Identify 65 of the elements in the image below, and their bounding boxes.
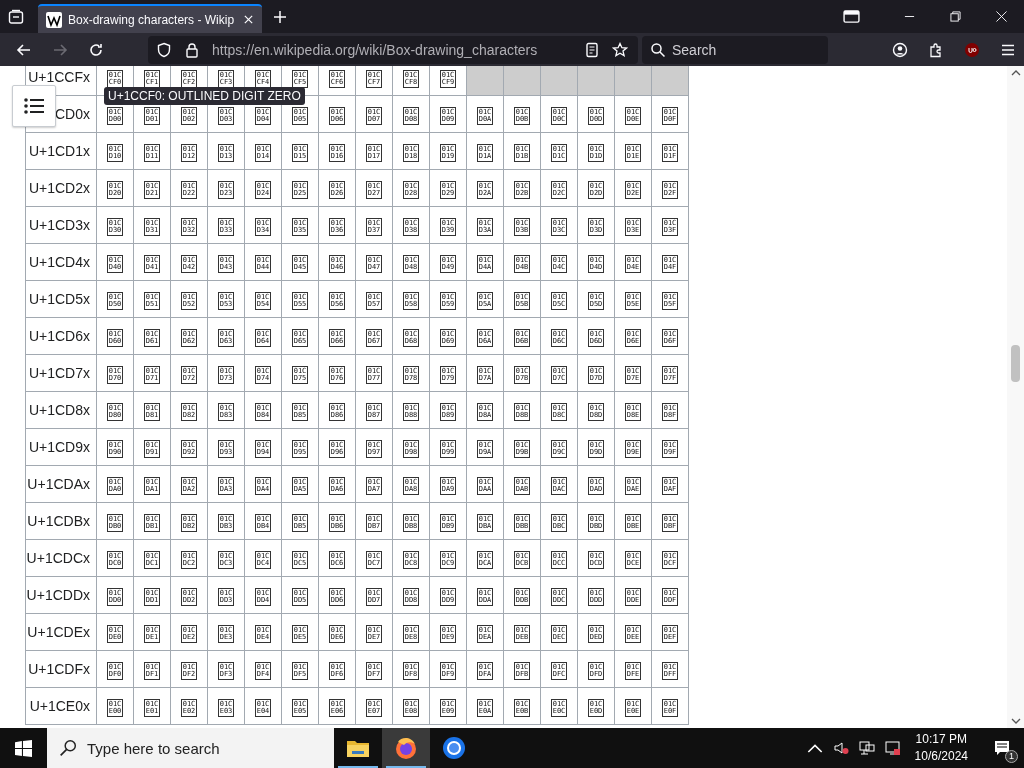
fox-globe-icon (394, 736, 418, 760)
address-bar[interactable]: https://en.wikipedia.org/wiki/Box-drawing_characters (148, 35, 638, 64)
reader-view-icon[interactable] (584, 41, 600, 58)
wikipedia-w-icon (46, 11, 62, 28)
account-icon[interactable] (892, 41, 908, 58)
row-label: U+1CD7x (25, 354, 97, 392)
close-icon[interactable] (243, 14, 254, 25)
list-icon (24, 98, 44, 114)
speaker-muted-icon[interactable] (832, 740, 849, 756)
tooltip: U+1CCF0: OUTLINED DIGIT ZERO (104, 87, 305, 105)
scroll-up-icon[interactable] (1010, 70, 1021, 76)
notification-button[interactable]: 1 (980, 728, 1024, 768)
monitor-alert-icon[interactable] (884, 740, 901, 756)
row-label: U+1CDEx (25, 613, 97, 651)
scrollbar[interactable] (1007, 66, 1024, 728)
unassigned-cell (466, 66, 504, 96)
row-label: U+1CD1x (25, 132, 97, 170)
new-tab-icon[interactable] (273, 9, 287, 24)
unassigned-cell (540, 66, 578, 96)
taskbar-search-field[interactable]: Type here to search (47, 728, 334, 768)
reload-icon[interactable] (88, 41, 104, 58)
row-label: U+1CDAx (25, 465, 97, 503)
window-icon[interactable] (843, 10, 860, 23)
lock-icon (184, 41, 200, 58)
unassigned-cell (577, 66, 615, 96)
row-label: U+1CDCx (25, 539, 97, 577)
search-icon (650, 41, 666, 58)
notification-count: 1 (1005, 750, 1018, 763)
clock-time[interactable]: 10:17 PM (915, 731, 967, 748)
windows-logo-icon[interactable] (15, 739, 32, 757)
row-label: U+1CDDx (25, 576, 97, 614)
contents-button[interactable] (12, 85, 56, 127)
row-label: U+1CD4x (25, 243, 97, 281)
message-icon (994, 740, 1010, 756)
row-label: U+1CDBx (25, 502, 97, 540)
row-label: U+1CD8x (25, 391, 97, 429)
scrollbar-thumb[interactable] (1011, 345, 1020, 382)
search-field[interactable]: Search (642, 35, 828, 64)
back-arrow-icon[interactable] (16, 41, 32, 58)
ring-icon (442, 736, 466, 760)
row-label: U+1CD3x (25, 206, 97, 244)
tab-overview-icon[interactable] (8, 8, 24, 25)
shield-extension-icon[interactable] (964, 41, 980, 58)
close-icon[interactable] (996, 11, 1007, 22)
row-label: U+1CE0x (25, 687, 97, 725)
taskbar-app[interactable] (382, 728, 430, 768)
unassigned-cell (651, 66, 689, 96)
network-icon[interactable] (858, 740, 875, 756)
shield-icon[interactable] (156, 41, 172, 58)
clock-date[interactable]: 10/6/2024 (914, 748, 968, 765)
search-icon (59, 739, 77, 757)
row-label: U+1CDFx (25, 650, 97, 688)
unassigned-cell (503, 66, 541, 96)
unassigned-cell (614, 66, 652, 96)
url-text: https://en.wikipedia.org/wiki/Box-drawing_characters (212, 41, 539, 58)
star-icon[interactable] (612, 41, 628, 58)
puzzle-piece-icon[interactable] (928, 41, 944, 58)
tab-title: Box-drawing characters - Wikip (68, 12, 236, 27)
restore-icon[interactable] (950, 11, 961, 22)
scroll-down-icon[interactable] (1010, 718, 1021, 724)
row-label: U+1CD6x (25, 317, 97, 355)
row-label: U+1CD5x (25, 280, 97, 318)
browser-tab[interactable]: Box-drawing characters - Wikip (38, 4, 262, 33)
row-label: U+1CD9x (25, 428, 97, 466)
row-label: U+1CD2x (25, 169, 97, 207)
